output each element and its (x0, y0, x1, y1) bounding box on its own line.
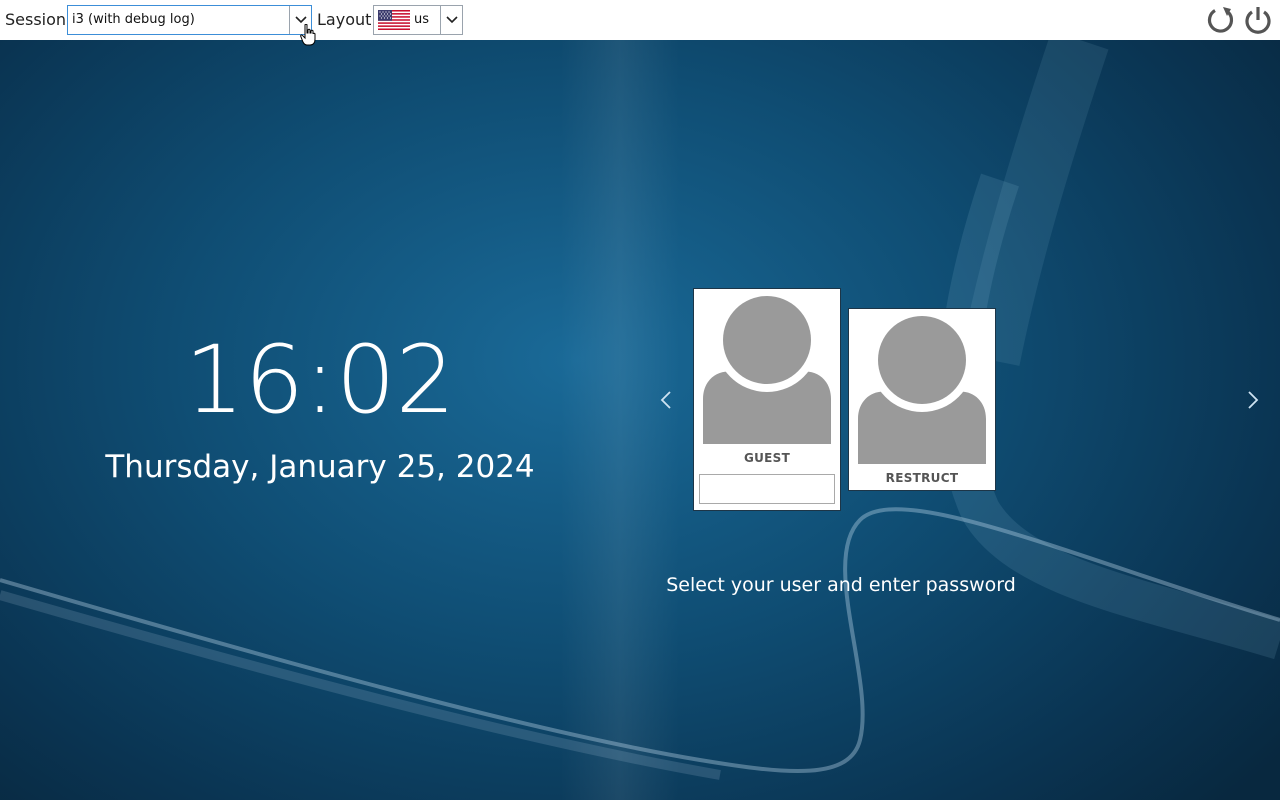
us-flag-icon (378, 10, 410, 30)
user-name-label: RESTRUCT (885, 471, 959, 485)
next-user-button[interactable] (1243, 385, 1263, 415)
chevron-left-icon (660, 391, 671, 409)
hand-cursor-icon (300, 24, 316, 46)
reboot-icon (1207, 7, 1234, 33)
session-label: Session (5, 10, 67, 29)
chevron-right-icon (1248, 391, 1259, 409)
user-card-guest[interactable]: GUEST (693, 288, 841, 511)
chevron-down-icon[interactable] (440, 6, 462, 34)
user-name-label: GUEST (743, 451, 791, 465)
session-select[interactable]: i3 (with debug log) (67, 5, 312, 35)
clock-time: 16:02 (184, 326, 456, 435)
layout-label: Layout (317, 10, 372, 29)
reboot-button[interactable] (1205, 4, 1237, 36)
previous-user-button[interactable] (656, 385, 676, 415)
session-select-value: i3 (with debug log) (72, 12, 195, 27)
login-prompt: Select your user and enter password (666, 574, 1016, 596)
password-field[interactable] (699, 474, 835, 504)
top-panel: Session i3 (with debug log) Layout us (0, 0, 1280, 46)
shutdown-button[interactable] (1242, 4, 1274, 36)
user-avatar-icon (858, 314, 986, 464)
login-screen: Session i3 (with debug log) Layout us 16… (0, 0, 1280, 800)
keyboard-layout-select[interactable]: us (373, 5, 463, 35)
layout-select-value: us (414, 12, 430, 27)
clock-date: Thursday, January 25, 2024 (105, 449, 535, 485)
power-icon (1245, 7, 1271, 34)
user-card-restruct[interactable]: RESTRUCT (848, 308, 996, 491)
user-avatar-icon (703, 294, 831, 444)
